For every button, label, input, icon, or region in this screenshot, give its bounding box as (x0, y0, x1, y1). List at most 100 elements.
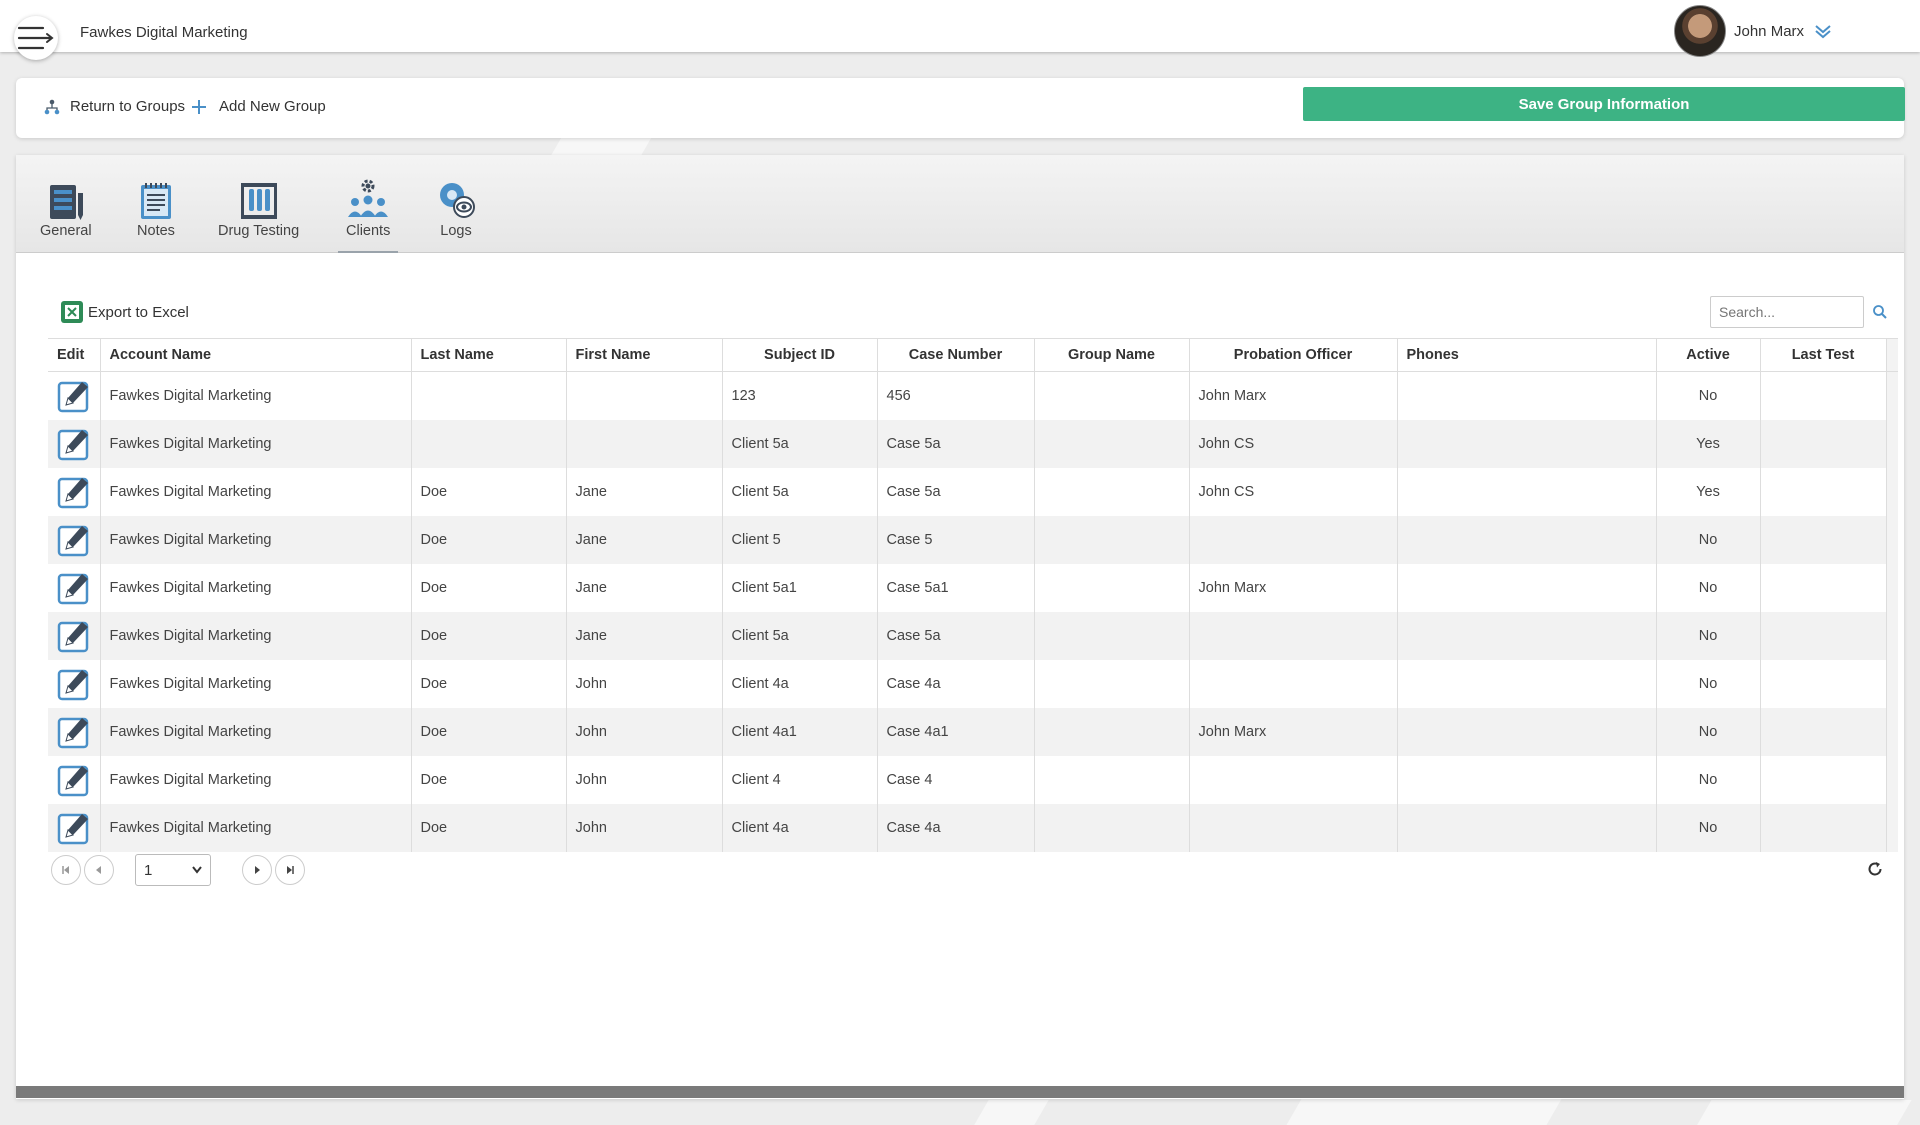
edit-cell[interactable] (48, 516, 101, 564)
cell-account: Fawkes Digital Marketing (100, 708, 412, 756)
cell-active: Yes (1656, 468, 1761, 516)
first-page-icon (62, 866, 69, 874)
cell-officer (1189, 612, 1398, 660)
table-row[interactable]: Fawkes Digital Marketing Doe John Client 4C… (48, 756, 1898, 804)
previous-page-button[interactable] (84, 855, 114, 885)
column-header[interactable]: Edit (48, 338, 101, 372)
tab-notes[interactable]: Notes (134, 177, 178, 239)
cell-case: Case 5 (877, 516, 1035, 564)
table-row[interactable]: Fawkes Digital Marketing 123 456 John Marx N… (48, 371, 1898, 420)
edit-cell[interactable] (48, 564, 101, 612)
drug-testing-icon (240, 183, 277, 219)
table-row[interactable]: Fawkes Digital Marketing Client 5a Case 5a… (48, 420, 1898, 468)
edit-cell[interactable] (48, 804, 101, 852)
tab-clients[interactable]: Clients (337, 177, 399, 253)
clients-grid: Edit Account Name Last Name First Name S… (48, 338, 1898, 852)
cell-officer: John CS (1189, 468, 1398, 516)
cell-first (566, 420, 723, 468)
edit-icon[interactable] (57, 474, 91, 510)
column-header[interactable]: Active (1656, 338, 1761, 372)
column-header[interactable]: Last Name (411, 338, 567, 372)
cell-group (1034, 420, 1190, 468)
cell-active: No (1656, 708, 1761, 756)
user-menu[interactable]: John Marx (1674, 5, 1832, 57)
edit-cell[interactable] (48, 468, 101, 516)
cell-officer: John Marx (1189, 708, 1398, 756)
menu-button[interactable] (14, 16, 58, 60)
export-to-excel-button[interactable]: Export to Excel (60, 300, 189, 324)
add-new-group-link[interactable]: Add New Group (191, 98, 326, 115)
edit-icon[interactable] (57, 426, 91, 462)
general-icon (49, 185, 83, 220)
scrollbar-gutter (1886, 516, 1898, 564)
cell-group (1034, 516, 1190, 564)
next-page-button[interactable] (242, 855, 272, 885)
cell-account: Fawkes Digital Marketing (100, 468, 412, 516)
cell-account: Fawkes Digital Marketing (100, 660, 412, 708)
column-header[interactable]: Subject ID (722, 338, 878, 372)
edit-icon[interactable] (57, 810, 91, 846)
edit-cell[interactable] (48, 660, 101, 708)
table-row[interactable]: Fawkes Digital Marketing Doe Jane Client 5a… (48, 612, 1898, 660)
page-select[interactable]: 1 (135, 854, 211, 886)
edit-cell[interactable] (48, 612, 101, 660)
cell-group (1034, 660, 1190, 708)
first-page-button[interactable] (51, 855, 81, 885)
column-header[interactable]: Case Number (877, 338, 1035, 372)
cell-first: John (566, 660, 723, 708)
cell-last: Doe (411, 708, 567, 756)
table-row[interactable]: Fawkes Digital Marketing Doe Jane Client 5a… (48, 468, 1898, 516)
edit-cell[interactable] (48, 756, 101, 804)
cell-subject: Client 4a1 (722, 708, 878, 756)
table-row[interactable]: Fawkes Digital Marketing Doe John Client 4a… (48, 804, 1898, 852)
scrollbar-gutter (1886, 420, 1898, 468)
cell-account: Fawkes Digital Marketing (100, 420, 412, 468)
edit-icon[interactable] (57, 522, 91, 558)
last-page-button[interactable] (275, 855, 305, 885)
cell-subject: Client 4a (722, 660, 878, 708)
tab-drug-testing[interactable]: Drug Testing (218, 177, 299, 239)
column-header[interactable]: Phones (1397, 338, 1657, 372)
cell-account: Fawkes Digital Marketing (100, 804, 412, 852)
cell-active: No (1656, 612, 1761, 660)
return-to-groups-link[interactable]: Return to Groups (44, 98, 185, 115)
cell-last-test (1760, 516, 1887, 564)
edit-icon[interactable] (57, 762, 91, 798)
column-header[interactable]: Last Test (1760, 338, 1887, 372)
table-row[interactable]: Fawkes Digital Marketing Doe Jane Client 5C… (48, 516, 1898, 564)
column-header[interactable]: Account Name (100, 338, 412, 372)
tab-logs[interactable]: Logs (434, 177, 478, 239)
refresh-icon[interactable] (1866, 860, 1884, 878)
cell-active: No (1656, 660, 1761, 708)
search-icon[interactable] (1872, 304, 1888, 320)
cell-phones (1397, 420, 1657, 468)
cell-group (1034, 371, 1190, 420)
edit-icon[interactable] (57, 618, 91, 654)
column-header[interactable]: First Name (566, 338, 723, 372)
last-page-icon (287, 866, 294, 874)
cell-phones (1397, 756, 1657, 804)
edit-icon[interactable] (57, 570, 91, 606)
tab-general[interactable]: General (40, 177, 92, 239)
table-row[interactable]: Fawkes Digital Marketing Doe John Client 4a… (48, 660, 1898, 708)
column-header[interactable]: Probation Officer (1189, 338, 1398, 372)
table-row[interactable]: Fawkes Digital Marketing Doe Jane Client 5a… (48, 564, 1898, 612)
table-row[interactable]: Fawkes Digital Marketing Doe John Client 4a… (48, 708, 1898, 756)
cell-phones (1397, 371, 1657, 420)
search-input[interactable] (1710, 296, 1864, 328)
horizontal-scrollbar[interactable] (16, 1086, 1904, 1098)
cell-last-test (1760, 660, 1887, 708)
scrollbar-gutter (1886, 612, 1898, 660)
cell-active: No (1656, 756, 1761, 804)
edit-icon[interactable] (57, 714, 91, 750)
edit-icon[interactable] (57, 666, 91, 702)
group-toolbar: Return to Groups Add New Group Save Grou… (16, 78, 1905, 138)
save-group-button[interactable]: Save Group Information (1303, 87, 1905, 121)
column-header[interactable]: Group Name (1034, 338, 1190, 372)
edit-cell[interactable] (48, 371, 101, 420)
edit-icon[interactable] (57, 378, 91, 414)
edit-cell[interactable] (48, 420, 101, 468)
cell-last: Doe (411, 468, 567, 516)
edit-cell[interactable] (48, 708, 101, 756)
notes-icon (141, 183, 171, 219)
